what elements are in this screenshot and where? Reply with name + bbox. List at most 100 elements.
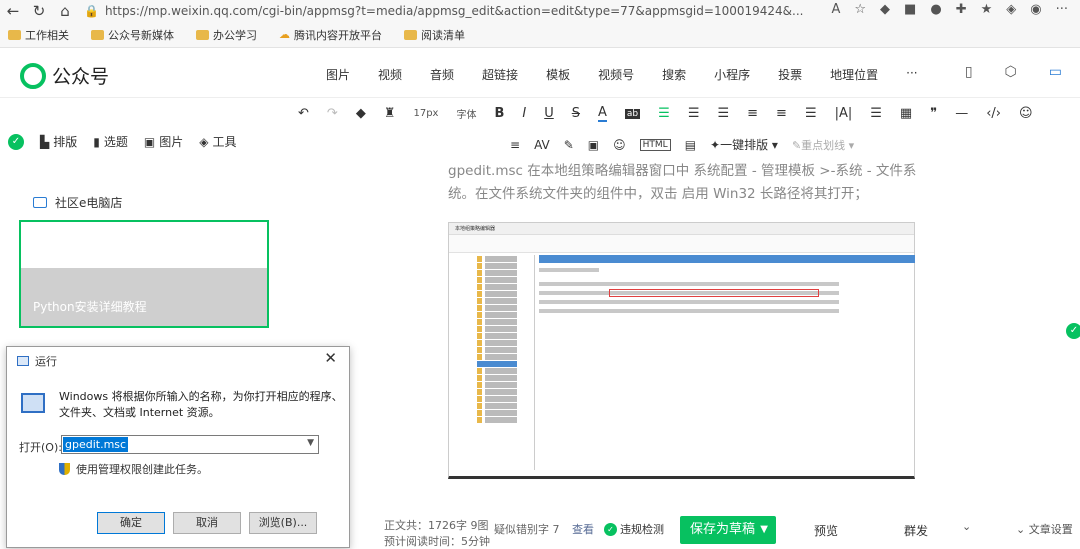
indent-icon[interactable]: ☰ (805, 106, 817, 121)
divider-icon[interactable]: — (955, 106, 968, 121)
format-painter-icon[interactable]: ♜ (384, 106, 396, 121)
paragraph-spacing-icon[interactable]: ☰ (870, 106, 882, 121)
article-paragraph[interactable]: gpedit.msc 在本地组策略编辑器窗口中 系统配置 - 管理模板 >-系统… (448, 160, 928, 206)
tab-layout[interactable]: ▙ 排版 (40, 133, 77, 150)
favorite-star-icon[interactable]: ☆ (854, 2, 866, 17)
table-icon[interactable]: ▦ (900, 106, 912, 121)
chevron-down-icon[interactable]: ▼ (307, 438, 314, 448)
paragraph-format-icon[interactable]: ≡ (510, 138, 520, 152)
home-icon[interactable]: ⌂ (52, 2, 78, 20)
reload-icon[interactable]: ↻ (26, 2, 52, 20)
close-icon[interactable]: ✕ (324, 349, 337, 367)
line-height-icon[interactable]: ≡ (747, 106, 758, 121)
undo-icon[interactable]: ↶ (298, 106, 309, 121)
menu-item-template[interactable]: 模板 (546, 66, 570, 83)
clear-format-icon[interactable]: ◆ (356, 106, 366, 121)
shield-icon[interactable]: ⬡ (1005, 64, 1017, 80)
extension-icon[interactable]: ● (930, 2, 941, 17)
violation-check-button[interactable]: ✓ 违规检测 (604, 521, 664, 537)
save-draft-button[interactable]: 保存为草稿 ▼ (680, 516, 776, 544)
editor-status-bar: 正文共：1726字 9图 预计阅读时间：5分钟 疑似错别字 7 查看 ✓ 违规检测… (382, 516, 1080, 548)
chevron-down-icon[interactable]: ⌄ (962, 520, 971, 533)
read-aloud-icon[interactable]: A (831, 2, 840, 17)
ok-button[interactable]: 确定 (97, 512, 165, 534)
menu-item-location[interactable]: 地理位置 (830, 66, 878, 83)
tab-tools[interactable]: ◈ 工具 (199, 133, 236, 150)
underline-icon[interactable]: U (544, 106, 554, 121)
collections-icon[interactable]: ◈ (1006, 2, 1016, 17)
menu-item-miniprogram[interactable]: 小程序 (714, 66, 750, 83)
emoji-icon[interactable]: ☺ (1019, 106, 1033, 121)
article-card[interactable]: Python安装详细教程 (19, 220, 269, 328)
case-icon[interactable]: ▤ (685, 138, 696, 152)
preview-button[interactable]: 预览 (814, 522, 838, 539)
plugin-logo-icon[interactable]: ✓ (1066, 323, 1080, 339)
menu-item-hyperlink[interactable]: 超链接 (482, 66, 518, 83)
emoji-picker-icon[interactable]: ☺ (613, 138, 626, 152)
menu-item-vote[interactable]: 投票 (778, 66, 802, 83)
shop-link[interactable]: 社区e电脑店 (33, 194, 122, 211)
back-icon[interactable]: ← (0, 2, 26, 20)
code-icon[interactable]: ‹/› (986, 106, 1001, 121)
menu-item-search[interactable]: 搜索 (662, 66, 686, 83)
highlight-underline-button[interactable]: ✎重点划线 ▾ (792, 137, 854, 153)
bookmark-link[interactable]: ☁ 腾讯内容开放平台 (279, 27, 382, 43)
avatar[interactable]: ◉ (1030, 2, 1041, 17)
run-icon (17, 356, 29, 366)
open-input-value[interactable]: gpedit.msc (63, 437, 129, 452)
bookmark-folder[interactable]: 公众号新媒体 (91, 27, 174, 43)
font-size-select[interactable]: 17px (413, 108, 438, 119)
html-icon[interactable]: HTML (639, 138, 671, 151)
mass-send-button[interactable]: 群发 (904, 522, 928, 539)
insert-menu: 图片 视频 音频 超链接 模板 视频号 搜索 小程序 投票 地理位置 ··· (326, 66, 946, 83)
extension-icon[interactable]: ◆ (880, 2, 890, 17)
one-key-format-button[interactable]: ✦一键排版 ▾ (710, 136, 778, 153)
url-field[interactable]: 🔒 https://mp.weixin.qq.com/cgi-bin/appmsg… (84, 4, 803, 18)
open-combobox[interactable]: gpedit.msc ▼ (61, 435, 319, 454)
strikethrough-icon[interactable]: S (572, 106, 580, 121)
letter-spacing-icon[interactable]: |A| (835, 106, 853, 121)
more-icon[interactable]: ··· (1056, 2, 1068, 17)
run-dialog: 运行 ✕ Windows 将根据你所输入的名称，为你打开相应的程序、文件夹、文档… (6, 346, 350, 548)
quote-icon[interactable]: ❞ (930, 106, 937, 121)
chevron-down-icon[interactable]: ▼ (760, 516, 768, 544)
font-family-select[interactable]: 字体 (456, 106, 476, 121)
italic-icon[interactable]: I (522, 106, 526, 121)
favorites-icon[interactable]: ★ (981, 2, 993, 17)
tab-images[interactable]: ▣ 图片 (144, 133, 183, 150)
list-icon[interactable]: ≡ (776, 106, 787, 121)
article-settings-button[interactable]: ⌄ 文章设置 (1016, 521, 1073, 537)
bookmark-folder[interactable]: 办公学习 (196, 27, 257, 43)
read-time: 预计阅读时间：5分钟 (384, 535, 490, 548)
screenshot-titlebar: 本地组策略编辑器 (449, 223, 914, 235)
document-icon[interactable]: ▯ (965, 64, 973, 80)
monitor-icon[interactable]: ▭ (1049, 64, 1062, 80)
align-center-icon[interactable]: ☰ (688, 106, 700, 121)
wechat-logo[interactable]: 公众号 (20, 62, 109, 89)
bookmark-folder[interactable]: 工作相关 (8, 27, 69, 43)
align-right-icon[interactable]: ☰ (717, 106, 729, 121)
view-typos-link[interactable]: 查看 (572, 521, 594, 537)
extension-icon[interactable]: ■ (904, 2, 916, 17)
av-icon[interactable]: AV (534, 138, 550, 152)
tab-topics[interactable]: ▮ 选题 (93, 133, 128, 150)
dialog-titlebar: 运行 (17, 353, 57, 369)
bold-icon[interactable]: B (494, 106, 504, 121)
puzzle-icon[interactable]: ✚ (956, 2, 967, 17)
browse-button[interactable]: 浏览(B)... (249, 512, 317, 534)
font-color-icon[interactable]: A (598, 105, 607, 122)
article-screenshot-image[interactable]: 本地组策略编辑器 (448, 222, 915, 479)
menu-item-more[interactable]: ··· (906, 66, 917, 83)
menu-item-image[interactable]: 图片 (326, 66, 350, 83)
wechat-logo-icon (20, 62, 46, 89)
bookmark-folder[interactable]: 阅读清单 (404, 27, 465, 43)
align-left-icon[interactable]: ☰ (658, 106, 670, 121)
image-edit-icon[interactable]: ▣ (588, 138, 599, 152)
menu-item-channels[interactable]: 视频号 (598, 66, 634, 83)
menu-item-video[interactable]: 视频 (378, 66, 402, 83)
pen-icon[interactable]: ✎ (564, 138, 574, 152)
background-color-icon[interactable]: ab (624, 108, 641, 119)
redo-icon[interactable]: ↷ (327, 106, 338, 121)
menu-item-audio[interactable]: 音频 (430, 66, 454, 83)
cancel-button[interactable]: 取消 (173, 512, 241, 534)
